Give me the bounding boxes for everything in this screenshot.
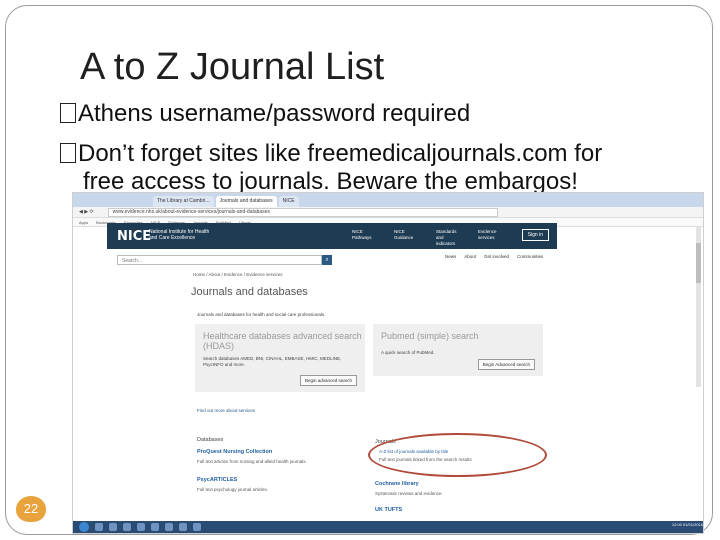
nice-header: NICE National Institute for Health and C… [107,223,557,249]
find-out-more-link[interactable]: Find out more about services [197,408,255,413]
outlook-icon[interactable] [165,523,173,531]
search-icon[interactable]: ⌕ [322,255,332,265]
hdas-search-button[interactable]: Begin advanced search [299,375,357,386]
pubmed-text: A quick search of PubMed. [381,350,435,355]
bullet-box-icon [60,143,76,163]
hdas-title: Healthcare databases advanced search (HD… [203,331,362,351]
databases-heading: Databases [197,437,224,443]
cochrane-text: Systematic reviews and evidence. [375,491,443,496]
bullet-athens: Athens username/password required [60,100,470,128]
proquest-text: Full text articles from nursing and alli… [197,459,307,464]
browser-tabs: The Library at Cambri... Journals and da… [73,193,703,207]
nav-standards[interactable]: Standards and indicators [436,229,464,247]
chrome-icon[interactable] [151,523,159,531]
nav-evidence[interactable]: Evidence services [478,229,506,247]
back-icon[interactable]: ◀ ▶ ⟳ [79,209,94,215]
top-links: News About Get involved Communities [445,254,543,259]
browser-tab[interactable]: NICE [278,196,299,207]
page-title: Journals and databases [191,286,308,298]
breadcrumb[interactable]: Home / About / Evidence / Evidence servi… [193,272,283,277]
nav-guidance[interactable]: NICE Guidance [394,229,422,247]
psycarticles-link[interactable]: PsycARTICLES [197,477,237,483]
intro-text: Journals and databases for health and so… [197,312,326,317]
bullet-text: Don’t forget sites like freemedicaljourn… [78,140,603,167]
link-get-involved[interactable]: Get involved [484,254,509,259]
address-bar: ◀ ▶ ⟳ www.evidence.nhs.uk/about-evidence… [73,207,703,218]
browser-screenshot: The Library at Cambri... Journals and da… [72,192,704,534]
cochrane-link[interactable]: Cochrane library [375,481,419,487]
psycarticles-text: Full text psychology journal articles. [197,487,269,492]
pubmed-title: Pubmed (simple) search [381,331,479,341]
ie-icon[interactable] [95,523,103,531]
nice-nav: NICE Pathways NICE Guidance Standards an… [352,229,506,247]
highlight-ellipse [368,433,547,477]
taskbar-clock: 12:00 01/01/2016 [671,522,703,527]
browser-tab-active[interactable]: Journals and databases [215,196,277,207]
acrobat-icon[interactable] [193,523,201,531]
pubmed-panel: Pubmed (simple) search A quick search of… [373,324,543,376]
link-about[interactable]: About [464,254,476,259]
page-number-badge: 22 [16,496,46,522]
nav-pathways[interactable]: NICE Pathways [352,229,380,247]
word-icon[interactable] [137,523,145,531]
bullet-freemedical: Don’t forget sites like freemedicaljourn… [60,140,602,168]
bullet-box-icon [60,103,76,123]
pubmed-search-button[interactable]: Begin Advanced search [477,359,535,370]
explorer-icon[interactable] [109,523,117,531]
windows-taskbar: 12:00 01/01/2016 [73,521,703,533]
search-input[interactable]: Search... [117,255,322,265]
slide-title: A to Z Journal List [80,46,385,88]
start-icon[interactable] [79,522,89,532]
url-field[interactable]: www.evidence.nhs.uk/about-evidence-servi… [107,207,498,217]
hdas-text: Search databases AMED, BNI, CINAHL, EMBA… [203,356,342,367]
hdas-panel: Healthcare databases advanced search (HD… [195,324,365,392]
scrollbar-thumb[interactable] [696,243,701,283]
bookmark-item[interactable]: Apps [79,220,88,225]
nice-org-name: National Institute for Health and Care E… [149,229,210,241]
browser-tab[interactable]: The Library at Cambri... [153,196,214,207]
nice-logo[interactable]: NICE [117,229,151,244]
sign-in-button[interactable]: Sign in [521,229,549,241]
uk-tufts-link[interactable]: UK TUFTS [375,507,402,513]
powerpoint-icon[interactable] [179,523,187,531]
link-news[interactable]: News [445,254,456,259]
link-communities[interactable]: Communities [517,254,543,259]
proquest-link[interactable]: ProQuest Nursing Collection [197,449,272,455]
media-icon[interactable] [123,523,131,531]
bullet-text: Athens username/password required [78,100,471,127]
